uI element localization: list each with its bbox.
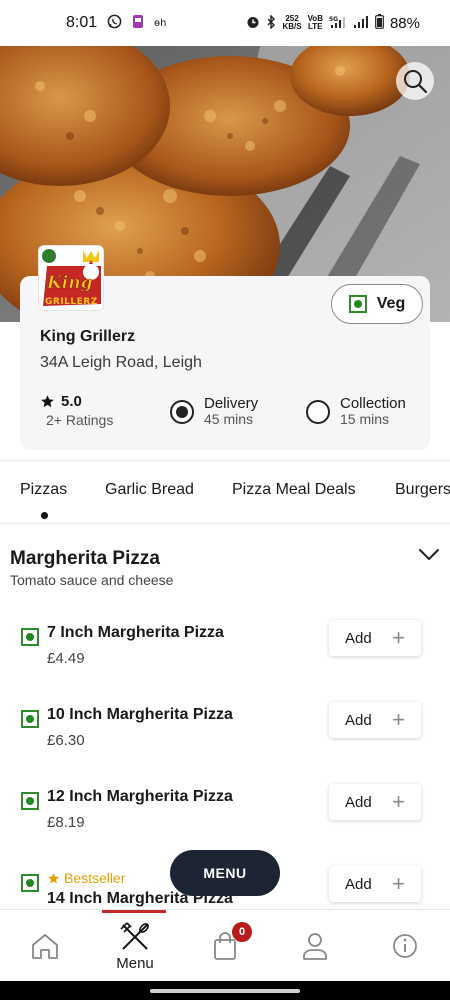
system-gesture-area <box>0 981 450 1000</box>
collection-option[interactable]: Collection 15 mins <box>306 396 406 427</box>
delivery-radio[interactable] <box>170 399 194 424</box>
tab-pizzas[interactable]: Pizzas <box>20 481 67 499</box>
collapse-section-button[interactable] <box>418 548 440 567</box>
cart-count-badge: 0 <box>232 922 252 942</box>
menu-item: 7 Inch Margherita Pizza £4.49 Add + <box>0 620 450 684</box>
plus-icon: + <box>392 789 405 814</box>
status-time: 8:01 <box>66 14 98 31</box>
add-label: Add <box>345 629 372 647</box>
chevron-down-icon <box>419 549 439 560</box>
nav-menu-label: Menu <box>116 954 154 972</box>
delivery-title: Delivery <box>204 395 259 412</box>
restaurant-address: 34A Leigh Road, Leigh <box>40 354 202 371</box>
add-label: Add <box>345 875 372 893</box>
add-button[interactable]: Add + <box>329 702 421 738</box>
network-speed-unit: KB/S <box>282 22 302 31</box>
restaurant-logo: King GRILLERZ <box>38 245 104 311</box>
delivery-text: Delivery 45 mins <box>204 396 258 427</box>
gesture-handle[interactable] <box>150 989 300 993</box>
bluetooth-icon <box>266 13 276 32</box>
bottom-nav: Menu 0 <box>0 909 450 981</box>
delivery-time: 45 mins <box>204 411 254 427</box>
collection-title: Collection <box>340 395 406 412</box>
tab-garlic-bread[interactable]: Garlic Bread <box>105 481 194 499</box>
fork-knife-icon <box>120 921 149 950</box>
star-icon <box>41 395 54 408</box>
vpn-icon: ɵh <box>154 15 170 31</box>
whatsapp-icon <box>107 14 122 32</box>
veg-filter-toggle[interactable]: Veg <box>331 284 423 324</box>
nav-menu[interactable]: Menu <box>90 910 180 982</box>
veg-icon <box>348 295 367 313</box>
item-name: 12 Inch Margherita Pizza <box>47 788 233 805</box>
rating-block: 5.0 2+ Ratings <box>40 393 113 428</box>
add-label: Add <box>345 793 372 811</box>
item-name: 7 Inch Margherita Pizza <box>47 624 224 641</box>
user-icon <box>303 933 327 960</box>
nav-home[interactable] <box>0 910 90 982</box>
add-button[interactable]: Add + <box>329 620 421 656</box>
menu-fab-button[interactable]: MENU <box>170 850 280 896</box>
alarm-icon <box>246 15 260 32</box>
add-button[interactable]: Add + <box>329 866 421 902</box>
logo-text-bottom: GRILLERZ <box>45 297 98 307</box>
item-name: 10 Inch Margherita Pizza <box>47 706 233 723</box>
volte-bottom: LTE <box>308 22 323 31</box>
app-notification-icon <box>132 14 144 32</box>
search-icon <box>404 70 428 94</box>
delivery-option[interactable]: Delivery 45 mins <box>170 396 258 427</box>
bestseller-badge: Bestseller <box>47 870 125 886</box>
veg-icon <box>21 710 39 728</box>
menu-item: 10 Inch Margherita Pizza £6.30 Add + <box>0 702 450 766</box>
item-price: £4.49 <box>47 650 85 667</box>
rating-value: 5.0 <box>61 393 82 410</box>
home-icon <box>32 934 58 959</box>
status-bar: 8:01 ɵh 252 KB/S VoB LTE 5G 88% <box>0 0 450 46</box>
add-label: Add <box>345 711 372 729</box>
star-icon <box>48 872 59 883</box>
svg-text:ɵh: ɵh <box>154 18 166 28</box>
veg-icon <box>21 792 39 810</box>
logo-text-top: King <box>46 273 93 293</box>
rating-top: 5.0 <box>40 393 113 410</box>
section-subtitle: Tomato sauce and cheese <box>10 572 174 588</box>
nav-account[interactable] <box>270 910 360 982</box>
category-tabs: Pizzas Garlic Bread Pizza Meal Deals Bur… <box>0 460 450 524</box>
search-button[interactable] <box>396 62 434 100</box>
item-price: £6.30 <box>47 732 85 749</box>
section-title: Margherita Pizza <box>10 548 160 569</box>
restaurant-name: King Grillerz <box>40 328 136 345</box>
status-right: 252 KB/S VoB LTE 5G 88% <box>246 13 420 32</box>
collection-text: Collection 15 mins <box>340 396 406 427</box>
collection-time: 15 mins <box>340 411 390 427</box>
item-price: £8.19 <box>47 814 85 831</box>
battery-percent: 88% <box>389 14 420 32</box>
nav-info[interactable] <box>360 910 450 982</box>
plus-icon: + <box>392 625 405 650</box>
plus-icon: + <box>392 707 405 732</box>
menu-item: 12 Inch Margherita Pizza £8.19 Add + <box>0 784 450 848</box>
signal-5g-icon: 5G <box>329 15 347 32</box>
bestseller-label: Bestseller <box>64 870 126 886</box>
battery-icon <box>375 14 384 32</box>
ratings-count: 2+ Ratings <box>46 412 114 428</box>
veg-icon <box>21 628 39 646</box>
nav-cart[interactable]: 0 <box>180 910 270 982</box>
plus-icon: + <box>392 871 405 896</box>
status-left: 8:01 ɵh <box>66 14 170 32</box>
active-tab-indicator <box>41 512 48 519</box>
network-speed: 252 KB/S <box>282 15 301 31</box>
collection-radio[interactable] <box>306 399 330 424</box>
signal-icon <box>353 15 369 32</box>
tab-pizza-meal-deals[interactable]: Pizza Meal Deals <box>232 481 356 499</box>
veg-filter-label: Veg <box>376 295 406 312</box>
add-button[interactable]: Add + <box>329 784 421 820</box>
svg-text:5G: 5G <box>329 16 338 23</box>
volte-indicator: VoB LTE <box>308 15 323 31</box>
tab-burgers[interactable]: Burgers <box>395 481 450 499</box>
veg-icon <box>21 874 39 892</box>
info-icon <box>393 934 417 958</box>
